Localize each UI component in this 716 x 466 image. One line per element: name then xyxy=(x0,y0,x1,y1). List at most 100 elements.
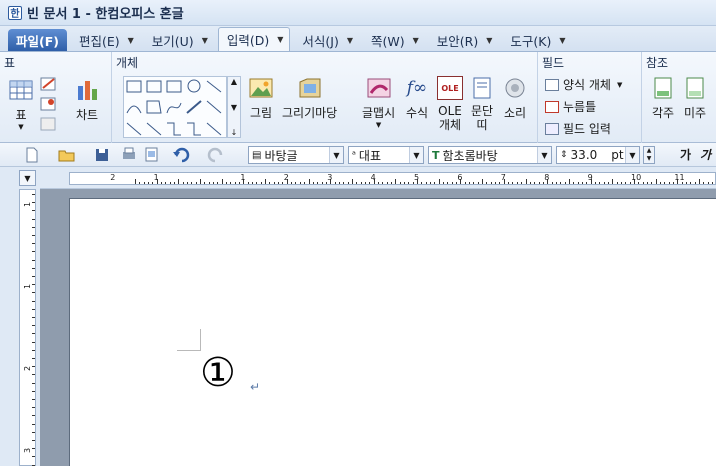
tab-format[interactable]: 서식(J) ▼ xyxy=(294,29,359,51)
ruler-tick xyxy=(542,182,544,184)
font-size-select[interactable]: ⇕ 33.0 pt ▼ xyxy=(556,146,640,164)
chevron-down-icon[interactable]: ▼ xyxy=(559,36,565,45)
save-icon[interactable] xyxy=(94,146,110,164)
chevron-down-icon[interactable]: ▼ xyxy=(537,147,551,163)
print-icon[interactable] xyxy=(121,146,137,164)
shape-icons xyxy=(126,79,222,136)
chevron-down-icon[interactable]: ▼ xyxy=(202,36,208,45)
ruler-number: 3 xyxy=(327,173,333,182)
gallery-expand-icon[interactable]: ↓ xyxy=(231,128,238,137)
bold-button[interactable]: 가 xyxy=(680,146,691,164)
ruler-tick xyxy=(32,415,35,417)
chevron-down-icon[interactable]: ▼ xyxy=(18,123,23,131)
undo-icon[interactable] xyxy=(172,146,190,164)
horizontal-ruler[interactable]: 2 1 1 2 3 4 5 6 7 8 9 10 11 xyxy=(40,167,716,189)
endnote-button[interactable]: 미주 xyxy=(682,76,708,121)
ruler-corner-button[interactable]: ▼ xyxy=(19,170,36,186)
field-input-icon xyxy=(545,122,559,135)
column-button[interactable]: 문단 띠 xyxy=(470,76,494,132)
chevron-down-icon[interactable]: ▼ xyxy=(376,121,381,129)
document-page[interactable]: ① ↵ xyxy=(69,198,716,466)
field-input-button[interactable]: 필드 입력 xyxy=(545,120,611,137)
ruler-tick xyxy=(668,182,670,184)
ruler-tick xyxy=(338,182,340,184)
ruler-tick xyxy=(32,251,35,253)
sound-button[interactable]: 소리 xyxy=(502,76,528,121)
ruler-scale: 2 1 1 2 3 4 5 6 7 8 9 10 11 xyxy=(69,172,716,185)
ruler-tick xyxy=(152,182,154,184)
hwp-app-icon[interactable]: 한 xyxy=(8,5,22,20)
vertical-ruler[interactable]: 1 1 2 3 xyxy=(19,189,36,466)
chevron-down-icon[interactable]: ▼ xyxy=(486,36,492,45)
document-text[interactable]: ① xyxy=(200,351,236,395)
drawing-wizard-button[interactable]: 그리기마당 xyxy=(282,76,337,121)
ruler-tick xyxy=(32,300,35,302)
print-preview-icon[interactable] xyxy=(144,146,160,164)
ruler-tick xyxy=(499,182,501,184)
footnote-button[interactable]: 각주 xyxy=(650,76,676,121)
font-select[interactable]: T 함초롬바탕 ▼ xyxy=(428,146,552,164)
endnote-icon xyxy=(686,77,704,99)
scroll-up-icon[interactable]: ▲ xyxy=(231,77,237,86)
style-select[interactable]: ▤ 바탕글 ▼ xyxy=(248,146,344,164)
ruler-tick xyxy=(629,182,631,184)
form-object-button[interactable]: 양식 개체 ▼ xyxy=(545,76,622,93)
chevron-down-icon[interactable]: ▼ xyxy=(277,35,283,44)
ruler-tick xyxy=(399,182,401,184)
ruler-tick xyxy=(32,218,35,220)
table-edit-icons[interactable] xyxy=(40,76,58,134)
chevron-down-icon[interactable]: ▼ xyxy=(409,147,423,163)
ruler-tick xyxy=(308,179,310,184)
chevron-down-icon[interactable]: ▼ xyxy=(625,147,639,163)
picture-button[interactable]: 그림 xyxy=(248,76,274,121)
click-here-field-button[interactable]: 누름틀 xyxy=(545,98,596,115)
chevron-down-icon[interactable]: ▼ xyxy=(617,81,622,89)
ruler-tick xyxy=(32,292,35,294)
language-select[interactable]: ᵃ 대표 ▼ xyxy=(348,146,424,164)
open-folder-icon[interactable] xyxy=(58,146,76,164)
redo-icon[interactable] xyxy=(207,146,225,164)
shape-gallery[interactable] xyxy=(123,76,227,138)
ruler-tick xyxy=(620,182,622,184)
ruler-number: 2 xyxy=(283,173,289,182)
tab-tools[interactable]: 도구(K) ▼ xyxy=(502,29,571,51)
ruler-tick xyxy=(564,182,566,184)
tab-file[interactable]: 파일(F) xyxy=(8,29,67,51)
ruler-tick xyxy=(664,182,666,184)
click-here-icon xyxy=(545,100,559,113)
font-size-stepper[interactable]: ▲ ▼ xyxy=(643,146,655,164)
ruler-tick xyxy=(134,179,136,184)
formula-button[interactable]: f∞ 수식 xyxy=(404,76,430,121)
ruler-tick xyxy=(295,182,297,184)
gallery-scrollbar[interactable]: ▲ ▼ ↓ xyxy=(227,76,241,138)
table-group: 표 표 ▼ 차트 xyxy=(0,52,112,143)
group-title-object: 개체 xyxy=(116,56,139,70)
scroll-down-icon[interactable]: ▼ xyxy=(231,103,237,112)
table-button[interactable]: 표 ▼ xyxy=(8,78,34,131)
ruler-tick xyxy=(364,182,366,184)
glyph-art-button[interactable]: 글맵시 ▼ xyxy=(362,76,395,129)
footnote-icon xyxy=(654,77,672,99)
ole-object-button[interactable]: OLE OLE 개체 xyxy=(436,76,464,132)
new-document-icon[interactable] xyxy=(24,146,40,164)
ruler-tick xyxy=(226,182,228,184)
chart-button[interactable]: 차트 xyxy=(74,78,100,123)
chevron-down-icon[interactable]: ▼ xyxy=(347,36,353,45)
ruler-tick xyxy=(703,182,705,184)
formatting-toolbar: ▤ 바탕글 ▼ ᵃ 대표 ▼ T 함초롬바탕 ▼ ⇕ 33.0 pt ▼ ▲ ▼ … xyxy=(0,143,716,167)
ruler-tick xyxy=(325,182,327,184)
tab-page[interactable]: 쪽(W) ▼ xyxy=(363,29,425,51)
tab-edit[interactable]: 편집(E) ▼ xyxy=(71,29,140,51)
ruler-tick xyxy=(555,182,557,184)
chevron-down-icon[interactable]: ▼ xyxy=(128,36,134,45)
ruler-tick xyxy=(186,182,188,184)
ruler-tick xyxy=(32,407,35,409)
ruler-tick xyxy=(178,179,180,184)
ruler-tick xyxy=(616,182,618,184)
tab-security[interactable]: 보안(R) ▼ xyxy=(429,29,499,51)
tab-view[interactable]: 보기(U) ▼ xyxy=(144,29,214,51)
tab-insert[interactable]: 입력(D) ▼ xyxy=(217,27,291,51)
chevron-down-icon[interactable]: ▼ xyxy=(413,36,419,45)
chevron-down-icon[interactable]: ▼ xyxy=(329,147,343,163)
italic-button[interactable]: 가 xyxy=(700,146,711,164)
